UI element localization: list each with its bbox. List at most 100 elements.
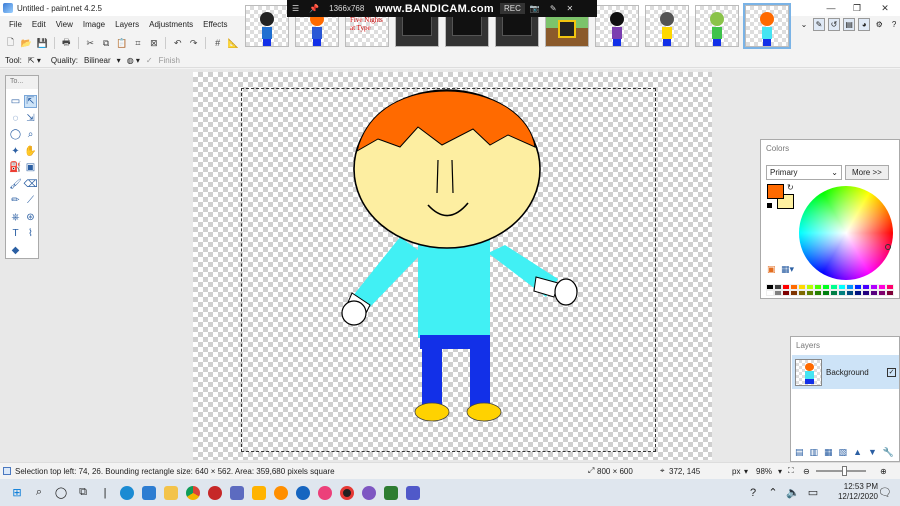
- windows-start-icon[interactable]: ⊞: [6, 483, 28, 503]
- selection-rectangle[interactable]: [241, 88, 656, 452]
- add-layer-icon[interactable]: ▤: [795, 447, 804, 458]
- help-icon[interactable]: ?: [888, 18, 900, 31]
- paintbrush-tool-icon[interactable]: 🖌: [9, 178, 22, 191]
- menu-effects[interactable]: Effects: [198, 20, 232, 29]
- tab-list-dropdown-icon[interactable]: ⌄: [798, 18, 810, 31]
- units-dropdown-icon[interactable]: ▾: [744, 467, 748, 476]
- finish-button[interactable]: Finish: [159, 56, 180, 65]
- zoom-dropdown-icon[interactable]: ▾: [778, 467, 782, 476]
- palette-swatch[interactable]: [870, 290, 878, 296]
- duplicate-layer-icon[interactable]: ▦: [824, 447, 833, 458]
- pencil-tool-icon[interactable]: ✏: [9, 194, 22, 207]
- pin-icon[interactable]: 📌: [304, 4, 324, 13]
- app-icon-notes[interactable]: [248, 483, 270, 503]
- zoom-slider-thumb[interactable]: [842, 466, 847, 476]
- recorder-close-icon[interactable]: ✕: [562, 4, 579, 13]
- move-layer-up-icon[interactable]: ▲: [853, 447, 862, 458]
- palette-menu-icon[interactable]: ▦▾: [781, 264, 794, 275]
- move-layer-down-icon[interactable]: ▼: [868, 447, 877, 458]
- app-icon-purple[interactable]: [358, 483, 380, 503]
- cut-icon[interactable]: ✂: [84, 37, 97, 50]
- swap-colors-icon[interactable]: ↻: [787, 183, 794, 192]
- text-tool-icon[interactable]: T: [9, 227, 22, 240]
- palette-swatch[interactable]: [878, 290, 886, 296]
- deselect-icon[interactable]: ⊠: [147, 37, 160, 50]
- shapes-tool-icon[interactable]: ◆: [9, 244, 22, 257]
- zoom-in-icon[interactable]: ⊕: [880, 467, 887, 476]
- image-tab-thumbnail[interactable]: [245, 5, 289, 47]
- pencil-icon[interactable]: ✎: [545, 4, 562, 13]
- copy-icon[interactable]: ⧉: [100, 37, 113, 50]
- ellipse-select-tool-icon[interactable]: ◯: [9, 128, 22, 141]
- app-icon-paint[interactable]: [226, 483, 248, 503]
- settings-icon[interactable]: ⚙: [873, 18, 885, 31]
- layer-visible-checkbox[interactable]: ✓: [887, 367, 896, 377]
- tools-window-toggle[interactable]: ✎: [812, 17, 825, 31]
- image-tab-thumbnail[interactable]: [743, 3, 791, 49]
- app-icon-swirl[interactable]: [314, 483, 336, 503]
- app-icon-fox[interactable]: [270, 483, 292, 503]
- paint-bucket-tool-icon[interactable]: ⛽: [9, 161, 22, 174]
- merge-layer-icon[interactable]: ▧: [839, 447, 848, 458]
- menu-adjustments[interactable]: Adjustments: [144, 20, 198, 29]
- menu-layers[interactable]: Layers: [110, 20, 144, 29]
- new-icon[interactable]: 🗋: [4, 37, 17, 50]
- task-view-icon[interactable]: ⧉: [72, 483, 94, 503]
- clone-stamp-tool-icon[interactable]: ⎈: [9, 211, 22, 224]
- history-window-toggle[interactable]: ↺: [827, 17, 841, 31]
- teams-icon[interactable]: [402, 483, 424, 503]
- print-icon[interactable]: 🖶: [60, 37, 73, 50]
- line-curve-tool-icon[interactable]: ⌇: [24, 227, 37, 240]
- app-icon-red[interactable]: [204, 483, 226, 503]
- lasso-select-tool-icon[interactable]: ◌: [9, 112, 22, 125]
- undo-icon[interactable]: ↶: [171, 37, 184, 50]
- palette-swatch[interactable]: [774, 290, 782, 296]
- palette-swatch[interactable]: [854, 290, 862, 296]
- palette-swatch[interactable]: [790, 290, 798, 296]
- menu-file[interactable]: File: [4, 20, 27, 29]
- pan-tool-icon[interactable]: ✋: [24, 145, 37, 158]
- cortana-icon[interactable]: ◯: [50, 483, 72, 503]
- palette-swatch[interactable]: [886, 290, 894, 296]
- notifications-icon[interactable]: 🗨: [874, 483, 896, 503]
- search-icon[interactable]: ⌕: [28, 483, 50, 503]
- recolor-tool-icon[interactable]: ⊛: [24, 211, 37, 224]
- camera-icon[interactable]: 📷: [525, 4, 545, 13]
- color-picker-tool-icon[interactable]: ⟋: [24, 194, 37, 207]
- app-icon-headset[interactable]: [292, 483, 314, 503]
- gradient-tool-icon[interactable]: ▣: [24, 161, 37, 174]
- delete-layer-icon[interactable]: ▥: [810, 447, 819, 458]
- palette-swatch[interactable]: [862, 290, 870, 296]
- quality-dropdown-icon[interactable]: ▾: [117, 56, 121, 65]
- magic-wand-tool-icon[interactable]: ✦: [9, 145, 22, 158]
- color-palette[interactable]: [766, 284, 894, 296]
- color-wheel-handle[interactable]: [885, 244, 891, 250]
- more-colors-button[interactable]: More >>: [845, 165, 889, 180]
- tray-expand-icon[interactable]: ⌃: [762, 483, 784, 503]
- palette-swatch[interactable]: [838, 290, 846, 296]
- color-wheel[interactable]: [799, 186, 893, 280]
- quality-select[interactable]: Bilinear: [84, 56, 111, 65]
- palette-swatch[interactable]: [830, 290, 838, 296]
- network-icon[interactable]: ▭: [802, 483, 824, 503]
- grid-icon[interactable]: #: [211, 37, 224, 50]
- colors-window-toggle[interactable]: ◕: [858, 17, 871, 31]
- palette-swatch[interactable]: [806, 290, 814, 296]
- crop-icon[interactable]: ⌗: [131, 37, 144, 50]
- zoom-fit-icon[interactable]: ⛶: [788, 466, 794, 476]
- zoom-out-icon[interactable]: ⊖: [803, 467, 810, 476]
- reset-colors-icon[interactable]: [766, 202, 773, 209]
- selection-mode-icon[interactable]: ◍ ▾: [127, 56, 140, 65]
- image-tab-thumbnail[interactable]: [645, 5, 689, 47]
- save-icon[interactable]: 💾: [36, 37, 49, 50]
- open-icon[interactable]: 📂: [20, 37, 33, 50]
- menu-edit[interactable]: Edit: [27, 20, 51, 29]
- ruler-icon[interactable]: 📐: [227, 37, 240, 50]
- volume-icon[interactable]: 🔈: [782, 483, 804, 503]
- edge-browser-icon[interactable]: [116, 483, 138, 503]
- palette-swatch[interactable]: [766, 290, 774, 296]
- palette-swatch[interactable]: [822, 290, 830, 296]
- palette-swatch[interactable]: [798, 290, 806, 296]
- move-selection-tool-icon[interactable]: ⇱ ▾: [28, 56, 41, 65]
- palette-swatch[interactable]: [782, 290, 790, 296]
